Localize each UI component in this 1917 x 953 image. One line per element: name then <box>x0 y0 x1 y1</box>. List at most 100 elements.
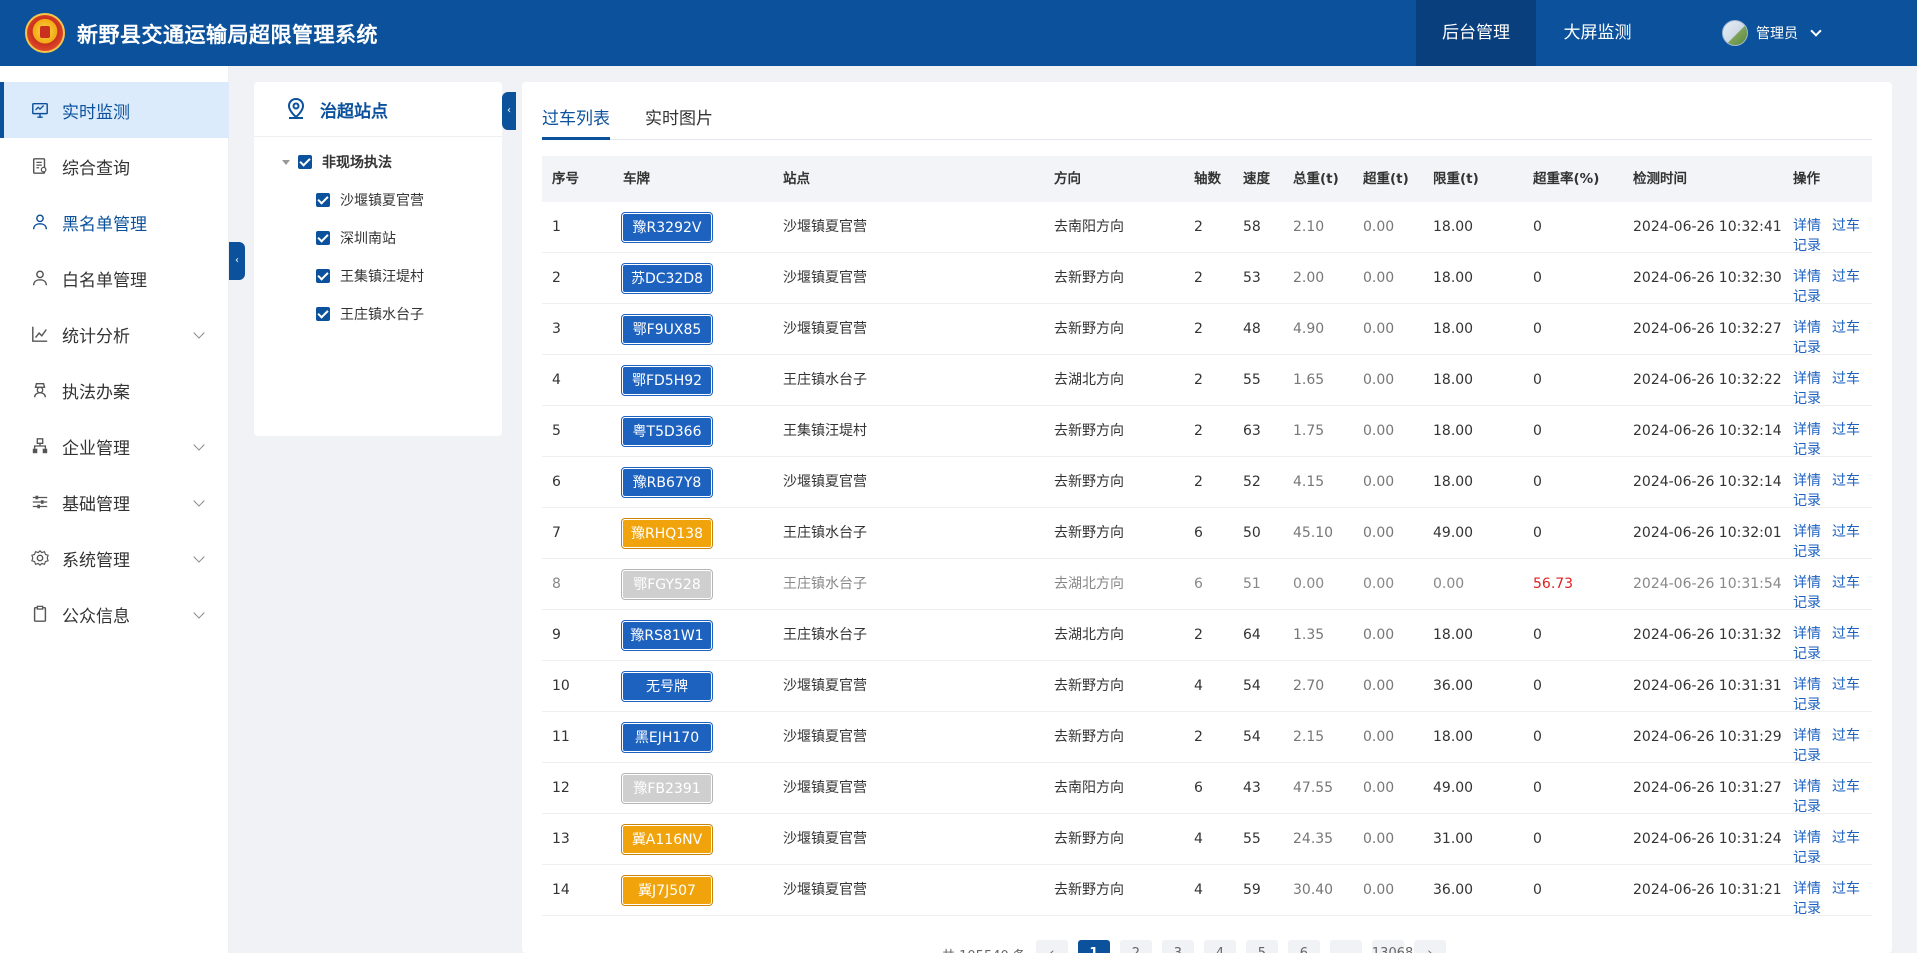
detail-link[interactable]: 详情 <box>1793 473 1821 489</box>
table-cell: 53 <box>1243 270 1261 286</box>
sidebar-item-5[interactable]: 执法办案 <box>0 362 229 418</box>
sidebar-collapse-button[interactable]: ‹ <box>229 242 245 280</box>
column-header: 序号 <box>552 171 579 187</box>
checkbox-checked-icon[interactable] <box>298 155 312 169</box>
detail-link[interactable]: 详情 <box>1793 218 1821 234</box>
detail-link[interactable]: 详情 <box>1793 422 1821 438</box>
table-cell: 2024-06-26 10:32:14 <box>1633 423 1782 439</box>
detail-link[interactable]: 详情 <box>1793 830 1821 846</box>
tree-node-station[interactable]: 沙堰镇夏官营 <box>316 190 424 210</box>
tree-node-label: 沙堰镇夏官营 <box>340 193 424 209</box>
table-row[interactable]: 2 沙堰镇夏官营 去新野方向 2 53 2.00 0.00 18.00 0 2024-06-26 … <box>542 253 1872 305</box>
sidebar-item-0[interactable]: 实时监测 <box>0 82 229 138</box>
sidebar-item-9[interactable]: 公众信息 <box>0 586 229 642</box>
checkbox-checked-icon[interactable] <box>316 307 330 321</box>
prev-page-button[interactable]: ‹ <box>1035 940 1068 953</box>
table-cell: 0 <box>1533 627 1542 643</box>
tab-backend-management[interactable]: 后台管理 <box>1416 0 1536 66</box>
caret-down-icon[interactable] <box>282 159 290 165</box>
table-cell: 2024-06-26 10:32:22 <box>1633 372 1782 388</box>
chevron-down-icon[interactable] <box>193 551 205 563</box>
sidebar-item-label: 黑名单管理 <box>62 214 147 235</box>
tree-node-station[interactable]: 王庄镇水台子 <box>316 304 424 324</box>
sidebar-item-7[interactable]: 基础管理 <box>0 474 229 530</box>
table-row[interactable]: 14 沙堰镇夏官营 去新野方向 4 59 30.40 0.00 36.00 0 2024-06-2… <box>542 865 1872 917</box>
checkbox-checked-icon[interactable] <box>316 193 330 207</box>
table-cell: 11 <box>552 729 570 745</box>
table-row[interactable]: 12 沙堰镇夏官营 去南阳方向 6 43 47.55 0.00 49.00 0 2024-06-2… <box>542 763 1872 815</box>
table-cell: 0 <box>1533 882 1542 898</box>
page-button[interactable]: ... <box>1329 940 1362 953</box>
detail-link[interactable]: 详情 <box>1793 881 1821 897</box>
page-button[interactable]: 6 <box>1287 940 1320 953</box>
tab-vehicle-list[interactable]: 过车列表 <box>542 104 610 140</box>
table-cell: 王庄镇水台子 <box>783 525 867 541</box>
chevron-down-icon[interactable] <box>193 327 205 339</box>
table-row[interactable]: 8 王庄镇水台子 去湖北方向 6 51 0.00 0.00 0.00 56.73 2024-06-… <box>542 559 1872 611</box>
user-menu[interactable]: 管理员 <box>1722 19 1822 47</box>
table-cell: 2.00 <box>1293 270 1325 286</box>
table-cell: 去湖北方向 <box>1054 372 1124 388</box>
sidebar-item-4[interactable]: 统计分析 <box>0 306 229 362</box>
license-plate: 苏DC32D8 <box>622 264 712 293</box>
table-row[interactable]: 13 沙堰镇夏官营 去新野方向 4 55 24.35 0.00 31.00 0 2024-06-2… <box>542 814 1872 866</box>
sidebar-item-3[interactable]: 白名单管理 <box>0 250 229 306</box>
detail-link[interactable]: 详情 <box>1793 320 1821 336</box>
table-row[interactable]: 9 王庄镇水台子 去湖北方向 2 64 1.35 0.00 18.00 0 2024-06-26 … <box>542 610 1872 662</box>
chevron-down-icon[interactable] <box>193 439 205 451</box>
tree-node-station[interactable]: 深圳南站 <box>316 228 396 248</box>
detail-link[interactable]: 详情 <box>1793 524 1821 540</box>
tree-node-root[interactable]: 非现场执法 <box>282 152 392 172</box>
detail-link[interactable]: 详情 <box>1793 728 1821 744</box>
tree-collapse-button[interactable]: ‹ <box>502 92 516 130</box>
table-cell: 49.00 <box>1433 525 1474 541</box>
page-button[interactable]: 5 <box>1245 940 1278 953</box>
sidebar-item-6[interactable]: 企业管理 <box>0 418 229 474</box>
tree-node-label: 深圳南站 <box>340 231 396 247</box>
table-cell: 1.75 <box>1293 423 1325 439</box>
table-cell: 24.35 <box>1293 831 1334 847</box>
table-row[interactable]: 10 沙堰镇夏官营 去新野方向 4 54 2.70 0.00 36.00 0 2024-06-26… <box>542 661 1872 713</box>
table-row[interactable]: 7 王庄镇水台子 去新野方向 6 50 45.10 0.00 49.00 0 2024-06-26… <box>542 508 1872 560</box>
table-cell: 王庄镇水台子 <box>783 627 867 643</box>
table-row[interactable]: 3 沙堰镇夏官营 去新野方向 2 48 4.90 0.00 18.00 0 2024-06-26 … <box>542 304 1872 356</box>
detail-link[interactable]: 详情 <box>1793 779 1821 795</box>
column-header: 限重(t) <box>1433 171 1479 187</box>
page-button[interactable]: 3 <box>1161 940 1194 953</box>
page-button[interactable]: 1 <box>1077 940 1110 953</box>
license-plate: 豫RB67Y8 <box>622 468 712 497</box>
table-cell: 0.00 <box>1363 321 1395 337</box>
detail-link[interactable]: 详情 <box>1793 626 1821 642</box>
table-row[interactable]: 11 沙堰镇夏官营 去新野方向 2 54 2.15 0.00 18.00 0 2024-06-26… <box>542 712 1872 764</box>
table-cell: 2024-06-26 10:31:27 <box>1633 780 1782 796</box>
table-row[interactable]: 1 沙堰镇夏官营 去南阳方向 2 58 2.10 0.00 18.00 0 2024-06-26 … <box>542 202 1872 254</box>
sidebar-item-label: 综合查询 <box>62 158 130 179</box>
page-button[interactable]: 13068 <box>1371 940 1413 953</box>
checkbox-checked-icon[interactable] <box>316 269 330 283</box>
table-cell: 王庄镇水台子 <box>783 372 867 388</box>
chevron-down-icon[interactable] <box>193 495 205 507</box>
page-button[interactable]: 2 <box>1119 940 1152 953</box>
detail-link[interactable]: 详情 <box>1793 371 1821 387</box>
next-page-button[interactable]: › <box>1413 940 1446 953</box>
tree-node-station[interactable]: 王集镇汪堤村 <box>316 266 424 286</box>
tab-realtime-images[interactable]: 实时图片 <box>645 104 713 140</box>
vehicle-table: 序号 车牌 站点 方向 轴数 速度 总重(t) 超重(t) 限重(t) 超重率(%) 检测时间 操作 … <box>542 156 1872 917</box>
detail-link[interactable]: 详情 <box>1793 575 1821 591</box>
detail-link[interactable]: 详情 <box>1793 269 1821 285</box>
tab-screen-monitoring[interactable]: 大屏监测 <box>1540 0 1655 66</box>
sidebar-item-1[interactable]: 综合查询 <box>0 138 229 194</box>
table-row[interactable]: 6 沙堰镇夏官营 去新野方向 2 52 4.15 0.00 18.00 0 2024-06-26 … <box>542 457 1872 509</box>
table-row[interactable]: 4 王庄镇水台子 去湖北方向 2 55 1.65 0.00 18.00 0 2024-06-26 … <box>542 355 1872 407</box>
checkbox-checked-icon[interactable] <box>316 231 330 245</box>
table-cell: 10 <box>552 678 570 694</box>
detail-link[interactable]: 详情 <box>1793 677 1821 693</box>
sidebar-item-8[interactable]: 系统管理 <box>0 530 229 586</box>
page-button[interactable]: 4 <box>1203 940 1236 953</box>
table-cell: 18.00 <box>1433 474 1474 490</box>
sidebar-item-2[interactable]: 黑名单管理 <box>0 194 229 250</box>
table-row[interactable]: 5 王集镇汪堤村 去新野方向 2 63 1.75 0.00 18.00 0 2024-06-26 … <box>542 406 1872 458</box>
table-cell: 2 <box>1194 474 1203 490</box>
chevron-down-icon[interactable] <box>193 607 205 619</box>
table-cell: 1 <box>552 219 561 235</box>
